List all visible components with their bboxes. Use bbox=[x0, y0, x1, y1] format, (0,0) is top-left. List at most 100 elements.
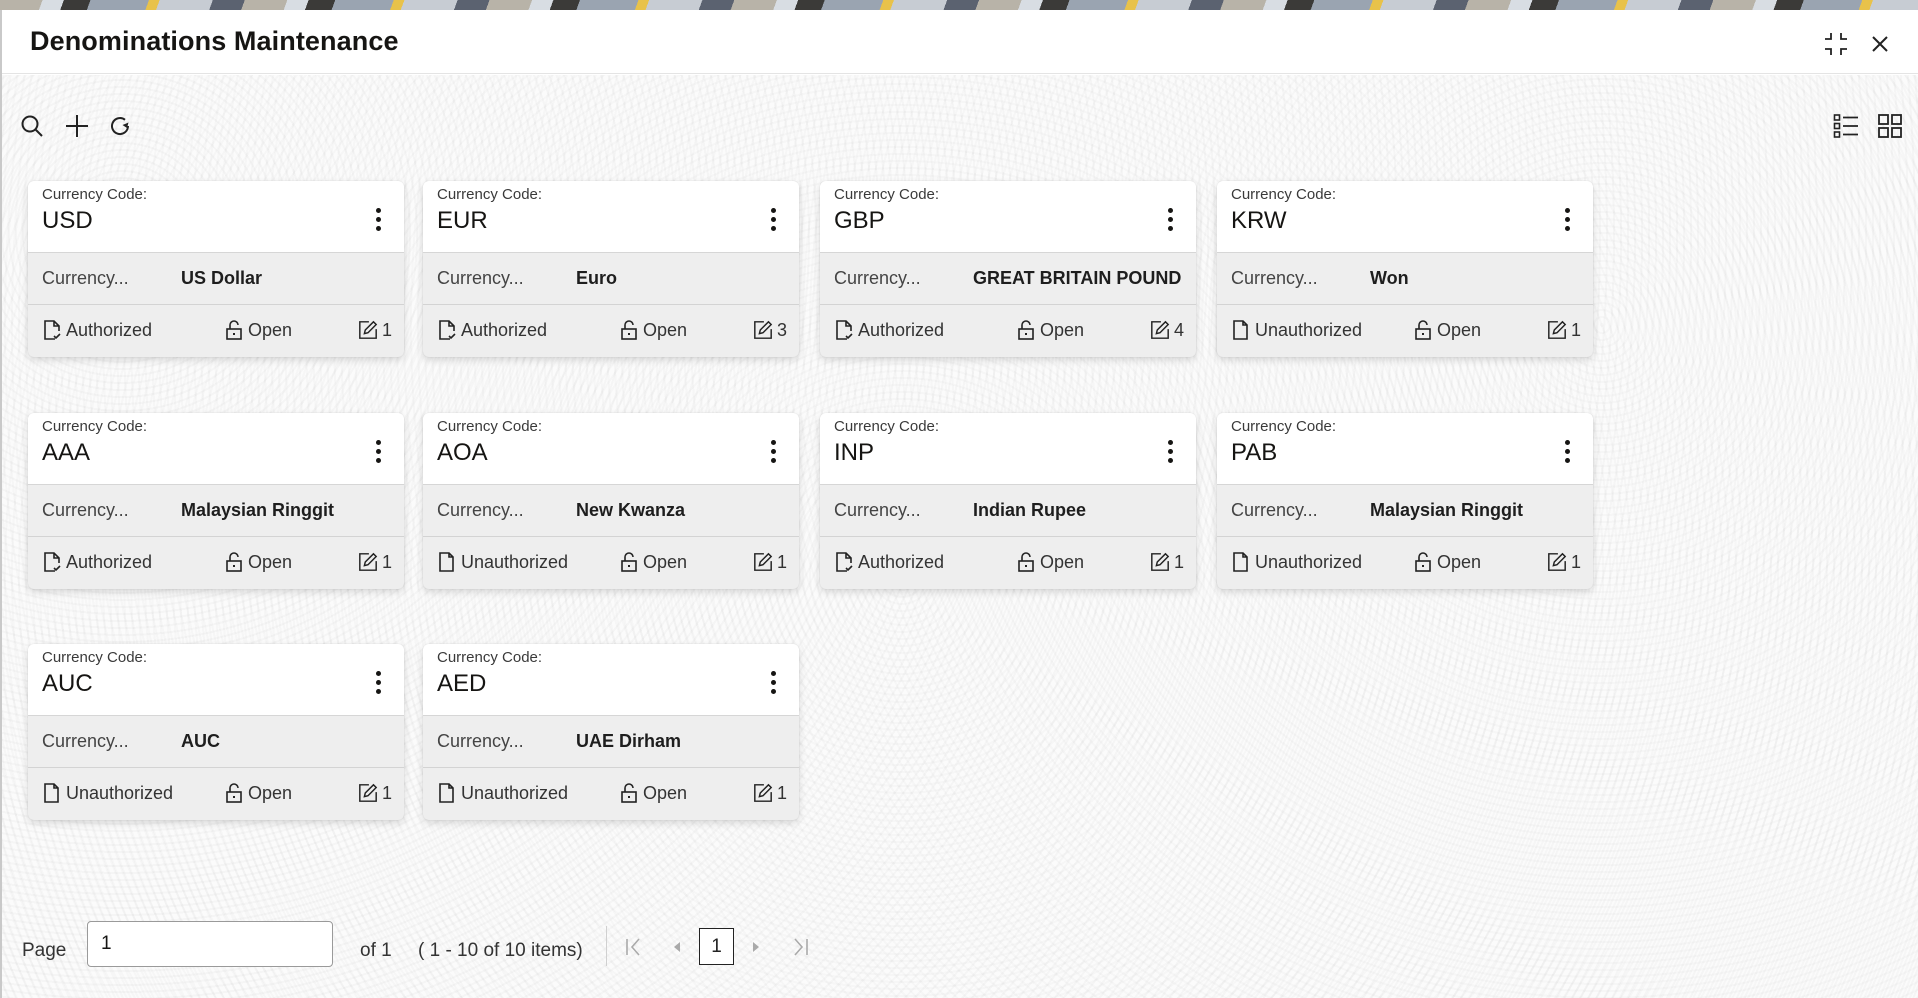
currency-name-label: Currency... bbox=[437, 268, 524, 288]
first-page-button[interactable] bbox=[624, 934, 644, 960]
currency-code-label: Currency Code: bbox=[834, 418, 940, 435]
record-status: Open bbox=[1413, 551, 1481, 573]
record-status-text: Open bbox=[248, 782, 293, 803]
currency-name-label: Currency... bbox=[1231, 500, 1318, 520]
card-actions-menu[interactable] bbox=[765, 205, 781, 235]
unlocked-icon bbox=[1018, 320, 1034, 340]
unlocked-icon bbox=[1415, 320, 1431, 340]
edit-icon bbox=[754, 320, 773, 339]
card-actions-menu[interactable] bbox=[1559, 437, 1575, 467]
authorization-status-text: Authorized bbox=[461, 319, 548, 340]
edit-icon bbox=[754, 552, 773, 571]
title-bar: Denominations Maintenance bbox=[2, 10, 1918, 74]
previous-page-icon bbox=[674, 942, 680, 952]
authorization-status: Unauthorized bbox=[437, 782, 568, 804]
record-status: Open bbox=[1413, 319, 1481, 341]
card-actions-menu[interactable] bbox=[370, 668, 386, 698]
page-number-input[interactable] bbox=[87, 921, 333, 967]
modification-count: 1 bbox=[358, 551, 392, 573]
close-button[interactable] bbox=[1866, 30, 1894, 58]
edit-icon bbox=[359, 552, 378, 571]
currency-code-label: Currency Code: bbox=[1231, 186, 1337, 203]
card-body: Currency... New Kwanza bbox=[423, 485, 799, 537]
previous-page-button[interactable] bbox=[667, 934, 687, 960]
card-footer: Unauthorized Open 1 bbox=[423, 768, 799, 820]
currency-name-value: Won bbox=[1370, 268, 1409, 288]
items-summary: ( 1 - 10 of 10 items) bbox=[418, 940, 583, 961]
currency-code-value: USD bbox=[42, 207, 93, 234]
refresh-button[interactable] bbox=[107, 113, 133, 139]
modification-count-text: 1 bbox=[1570, 319, 1581, 340]
card-actions-menu[interactable] bbox=[370, 205, 386, 235]
modification-count-text: 1 bbox=[1570, 551, 1581, 572]
card-actions-menu[interactable] bbox=[1162, 437, 1178, 467]
currency-card[interactable]: Currency Code: AOA Currency... New Kwanz… bbox=[423, 413, 799, 589]
minimize-button[interactable] bbox=[1822, 30, 1850, 58]
unlocked-icon bbox=[1415, 552, 1431, 572]
card-actions-menu[interactable] bbox=[370, 437, 386, 467]
record-status-text: Open bbox=[1437, 319, 1482, 340]
add-button[interactable] bbox=[64, 113, 90, 139]
record-status-text: Open bbox=[248, 551, 293, 572]
pagination: Page of 1 ( 1 - 10 of 10 items) 1 bbox=[2, 920, 1002, 980]
current-page-button[interactable]: 1 bbox=[699, 928, 734, 965]
currency-name-value: UAE Dirham bbox=[576, 731, 682, 751]
card-header: Currency Code: PAB bbox=[1217, 413, 1593, 485]
currency-name-label: Currency... bbox=[42, 500, 129, 520]
grid-view-button[interactable] bbox=[1877, 113, 1903, 139]
currency-name-value: AUC bbox=[181, 731, 220, 751]
authorization-status-text: Unauthorized bbox=[461, 782, 569, 803]
modification-count-text: 1 bbox=[381, 319, 392, 340]
last-page-button[interactable] bbox=[790, 934, 810, 960]
card-footer: Authorized Open 1 bbox=[28, 305, 404, 357]
unlocked-icon bbox=[226, 552, 242, 572]
modification-count-text: 3 bbox=[776, 319, 787, 340]
currency-code-value: KRW bbox=[1231, 207, 1287, 234]
denominations-window: Denominations Maintenance Currency Code:… bbox=[0, 10, 1918, 998]
card-body: Currency... AUC bbox=[28, 716, 404, 768]
modification-count-text: 1 bbox=[776, 551, 787, 572]
modification-count: 1 bbox=[1547, 551, 1581, 573]
currency-card[interactable]: Currency Code: AUC Currency... AUC Unaut… bbox=[28, 644, 404, 820]
currency-card[interactable]: Currency Code: INP Currency... Indian Ru… bbox=[820, 413, 1196, 589]
currency-card[interactable]: Currency Code: USD Currency... US Dollar… bbox=[28, 181, 404, 357]
currency-code-value: AOA bbox=[437, 439, 488, 466]
currency-code-value: GBP bbox=[834, 207, 885, 234]
card-actions-menu[interactable] bbox=[1162, 205, 1178, 235]
record-status: Open bbox=[619, 551, 687, 573]
authorization-status: Unauthorized bbox=[1231, 319, 1362, 341]
record-status: Open bbox=[1016, 319, 1084, 341]
currency-card[interactable]: Currency Code: EUR Currency... Euro Auth… bbox=[423, 181, 799, 357]
search-button[interactable] bbox=[19, 113, 45, 139]
card-body: Currency... UAE Dirham bbox=[423, 716, 799, 768]
modification-count-text: 4 bbox=[1173, 319, 1184, 340]
modification-count: 3 bbox=[753, 319, 787, 341]
modification-count: 1 bbox=[753, 551, 787, 573]
page-title: Denominations Maintenance bbox=[30, 26, 399, 56]
next-page-icon bbox=[753, 942, 759, 952]
currency-card[interactable]: Currency Code: PAB Currency... Malaysian… bbox=[1217, 413, 1593, 589]
authorization-status: Authorized bbox=[42, 319, 152, 341]
card-header: Currency Code: EUR bbox=[423, 181, 799, 253]
currency-code-label: Currency Code: bbox=[42, 649, 148, 666]
currency-code-value: INP bbox=[834, 439, 875, 466]
currency-name-value: US Dollar bbox=[181, 268, 263, 288]
currency-code-value: PAB bbox=[1231, 439, 1278, 466]
modification-count-text: 1 bbox=[381, 782, 392, 803]
next-page-button[interactable] bbox=[746, 934, 766, 960]
card-actions-menu[interactable] bbox=[1559, 205, 1575, 235]
authorized-icon bbox=[44, 320, 61, 340]
authorization-status-text: Authorized bbox=[858, 319, 945, 340]
currency-card[interactable]: Currency Code: AAA Currency... Malaysian… bbox=[28, 413, 404, 589]
record-status: Open bbox=[224, 551, 292, 573]
card-actions-menu[interactable] bbox=[765, 668, 781, 698]
currency-card[interactable]: Currency Code: GBP Currency... GREAT BRI… bbox=[820, 181, 1196, 357]
card-header: Currency Code: AOA bbox=[423, 413, 799, 485]
list-view-button[interactable] bbox=[1833, 113, 1859, 139]
top-banner bbox=[0, 0, 1918, 10]
currency-card[interactable]: Currency Code: KRW Currency... Won Unaut… bbox=[1217, 181, 1593, 357]
card-actions-menu[interactable] bbox=[765, 437, 781, 467]
card-header: Currency Code: USD bbox=[28, 181, 404, 253]
unlocked-icon bbox=[621, 783, 637, 803]
currency-card[interactable]: Currency Code: AED Currency... UAE Dirha… bbox=[423, 644, 799, 820]
